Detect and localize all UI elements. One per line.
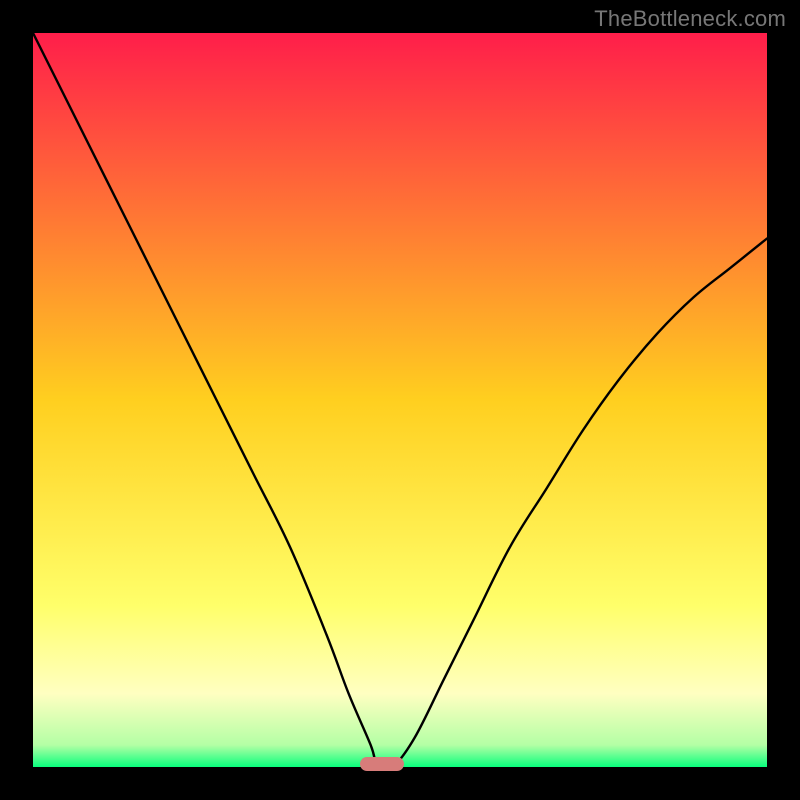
result-marker <box>360 757 404 771</box>
plot-area <box>33 33 767 767</box>
plot-background <box>33 33 767 767</box>
chart-frame: TheBottleneck.com <box>0 0 800 800</box>
plot-svg <box>33 33 767 767</box>
watermark-text: TheBottleneck.com <box>594 6 786 32</box>
